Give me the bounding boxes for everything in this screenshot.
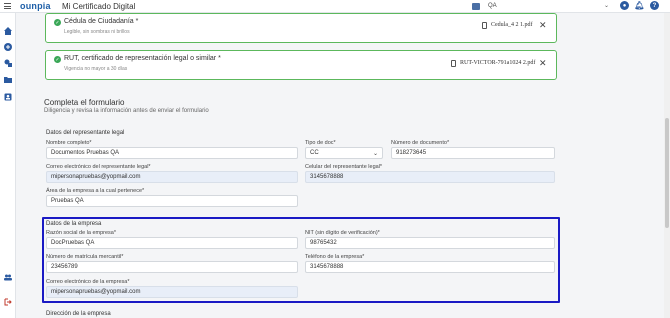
- add-icon[interactable]: [4, 43, 12, 51]
- logout-icon[interactable]: [4, 298, 12, 306]
- scrollbar[interactable]: [664, 13, 670, 318]
- rep-phone-input[interactable]: 3145678888: [305, 171, 555, 183]
- doc-number-label: Número de documento*: [391, 140, 450, 146]
- contact-card-icon[interactable]: [4, 93, 12, 101]
- rep-email-label: Correo electrónico del representante leg…: [46, 164, 151, 170]
- users-icon[interactable]: [4, 273, 12, 281]
- menu-icon[interactable]: [4, 3, 11, 9]
- check-icon: ✓: [54, 19, 61, 26]
- close-icon[interactable]: ✕: [539, 59, 547, 68]
- company-data-highlight: [42, 217, 560, 303]
- doc-type-select[interactable]: CC ⌄: [305, 147, 383, 159]
- help-icon[interactable]: ?: [650, 1, 659, 10]
- doc-type-value: CC: [310, 150, 319, 156]
- section-legal-rep-title: Datos del representante legal: [46, 130, 125, 136]
- top-bar: ounpia Mi Certificado Digital QA ⌄ ● 🔔︎ …: [0, 0, 670, 13]
- document-subtitle: Legible, sin sombras ni brillos: [64, 29, 130, 35]
- chevron-down-icon: ⌄: [372, 151, 378, 157]
- full-name-label: Nombre completo*: [46, 140, 92, 146]
- rep-email-input[interactable]: mipersonapruebas@yopmail.com: [46, 171, 298, 183]
- full-name-input[interactable]: Documentos Pruebas QA: [46, 147, 298, 159]
- doc-number-input[interactable]: 918273645: [391, 147, 555, 159]
- folder-icon[interactable]: [4, 76, 12, 84]
- file-name[interactable]: RUT-VICTOR-791a1024 2.pdf: [460, 60, 535, 66]
- rep-phone-label: Celular del representante legal*: [305, 164, 383, 170]
- org-icon: [472, 3, 480, 10]
- user-icon[interactable]: ●: [620, 1, 629, 10]
- sidebar: [0, 13, 16, 318]
- bell-icon[interactable]: 🔔︎: [634, 1, 645, 10]
- tools-icon[interactable]: [4, 59, 12, 67]
- document-title: RUT, certificado de representación legal…: [64, 55, 221, 62]
- address-section-title: Dirección de la empresa: [46, 311, 111, 317]
- area-input[interactable]: Pruebas QA: [46, 195, 298, 207]
- document-card-rut: ✓ RUT, certificado de representación leg…: [45, 50, 557, 80]
- app-title: Mi Certificado Digital: [62, 2, 136, 11]
- check-icon: ✓: [54, 56, 61, 63]
- file-name[interactable]: Cedula_4 2 1.pdf: [491, 22, 533, 28]
- close-icon[interactable]: ✕: [539, 21, 547, 30]
- form-subtitle: Diligencia y revisa la información antes…: [44, 108, 209, 114]
- environment-select[interactable]: QA: [486, 1, 610, 11]
- pdf-file-icon: [482, 22, 487, 29]
- home-icon[interactable]: [4, 27, 12, 35]
- doc-type-label: Tipo de doc*: [305, 140, 336, 146]
- form-title: Completa el formulario: [44, 98, 125, 107]
- logo: ounpia: [20, 1, 51, 11]
- scrollbar-thumb[interactable]: [665, 118, 669, 228]
- pdf-file-icon: [451, 60, 456, 67]
- document-subtitle: Vigencia no mayor a 30 días: [64, 66, 128, 72]
- document-card-cedula: ✓ Cédula de Ciudadanía * Legible, sin so…: [45, 13, 557, 43]
- chevron-down-icon[interactable]: ⌄: [604, 2, 609, 9]
- document-title: Cédula de Ciudadanía *: [64, 18, 139, 25]
- area-label: Área de la empresa a la cual pertenece*: [46, 188, 145, 194]
